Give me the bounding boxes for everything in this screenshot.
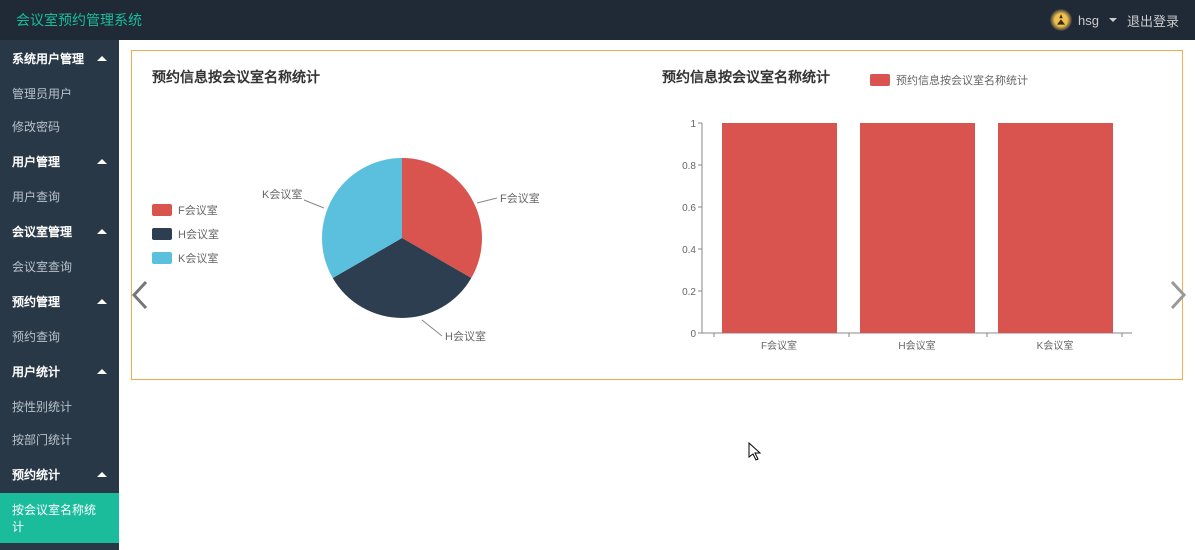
pie-legend: F会议室 H会议室 K会议室 xyxy=(152,202,219,266)
username: hsg xyxy=(1078,13,1099,28)
svg-text:0.4: 0.4 xyxy=(682,245,696,256)
carousel-prev-button[interactable] xyxy=(131,280,151,310)
sidebar-group[interactable]: 系统用户管理 xyxy=(0,40,119,77)
svg-text:0.2: 0.2 xyxy=(682,287,696,298)
user-menu[interactable]: hsg xyxy=(1050,9,1117,31)
app-title: 会议室预约管理系统 xyxy=(16,10,142,30)
bar-svg: 0 0.2 0.4 0.6 0.8 1 xyxy=(662,93,1162,363)
sidebar-item[interactable]: 管理员用户 xyxy=(0,77,119,110)
pie-chart: 预约信息按会议室名称统计 F会议室 H会议室 K会议室 F会议室 H会议室 xyxy=(152,67,652,369)
sidebar-group[interactable]: 用户统计 xyxy=(0,353,119,390)
bar-legend[interactable]: 预约信息按会议室名称统计 xyxy=(870,72,1028,88)
caret-up-icon xyxy=(97,229,107,234)
legend-item-f[interactable]: F会议室 xyxy=(152,202,219,218)
bar-k[interactable] xyxy=(998,123,1113,333)
pie-title: 预约信息按会议室名称统计 xyxy=(152,67,652,87)
pie-label-k: K会议室 xyxy=(262,187,302,201)
caret-up-icon xyxy=(97,369,107,374)
sidebar-group[interactable]: 会议室管理 xyxy=(0,213,119,250)
svg-text:1: 1 xyxy=(690,119,696,130)
svg-text:0: 0 xyxy=(690,329,696,340)
legend-item-h[interactable]: H会议室 xyxy=(152,226,219,242)
caret-up-icon xyxy=(97,56,107,61)
avatar xyxy=(1050,9,1072,31)
svg-text:0.8: 0.8 xyxy=(682,161,696,172)
bar-f[interactable] xyxy=(722,123,837,333)
svg-text:0.6: 0.6 xyxy=(682,203,696,214)
sidebar-item[interactable]: 修改密码 xyxy=(0,110,119,143)
chart-panel: 预约信息按会议室名称统计 F会议室 H会议室 K会议室 F会议室 H会议室 xyxy=(131,50,1183,380)
bar-title: 预约信息按会议室名称统计 xyxy=(662,67,830,87)
sidebar-group[interactable]: 用户管理 xyxy=(0,143,119,180)
sidebar-group[interactable]: 预约统计 xyxy=(0,456,119,493)
caret-down-icon xyxy=(1109,18,1117,22)
caret-up-icon xyxy=(97,299,107,304)
topbar-right: hsg 退出登录 xyxy=(1050,9,1179,31)
bar-xlabel-k: K会议室 xyxy=(1037,339,1074,352)
legend-item-k[interactable]: K会议室 xyxy=(152,250,219,266)
caret-up-icon xyxy=(97,159,107,164)
topbar: 会议室预约管理系统 hsg 退出登录 xyxy=(0,0,1195,40)
pie-label-h: H会议室 xyxy=(445,329,486,343)
sidebar-item[interactable]: 按会议室名称统计 xyxy=(0,493,119,543)
caret-up-icon xyxy=(97,472,107,477)
sidebar-item[interactable]: 预约查询 xyxy=(0,320,119,353)
content-area: 预约信息按会议室名称统计 F会议室 H会议室 K会议室 F会议室 H会议室 xyxy=(119,40,1195,550)
sidebar: 系统用户管理管理员用户修改密码用户管理用户查询会议室管理会议室查询预约管理预约查… xyxy=(0,40,119,550)
carousel-next-button[interactable] xyxy=(1167,280,1187,310)
sidebar-item[interactable]: 用户查询 xyxy=(0,180,119,213)
bar-chart: 预约信息按会议室名称统计 预约信息按会议室名称统计 0 0.2 xyxy=(662,67,1162,369)
bar-h[interactable] xyxy=(860,123,975,333)
pie-svg: F会议室 H会议室 K会议室 xyxy=(152,93,652,363)
bar-legend-swatch xyxy=(870,74,890,86)
logout-link[interactable]: 退出登录 xyxy=(1127,11,1179,30)
sidebar-item[interactable]: 会议室查询 xyxy=(0,250,119,283)
bar-xlabel-f: F会议室 xyxy=(761,339,797,352)
sidebar-item[interactable]: 按性别统计 xyxy=(0,390,119,423)
pie-label-f: F会议室 xyxy=(500,191,540,205)
sidebar-item[interactable]: 按部门统计 xyxy=(0,423,119,456)
bar-xlabel-h: H会议室 xyxy=(898,339,935,352)
sidebar-group[interactable]: 预约管理 xyxy=(0,283,119,320)
